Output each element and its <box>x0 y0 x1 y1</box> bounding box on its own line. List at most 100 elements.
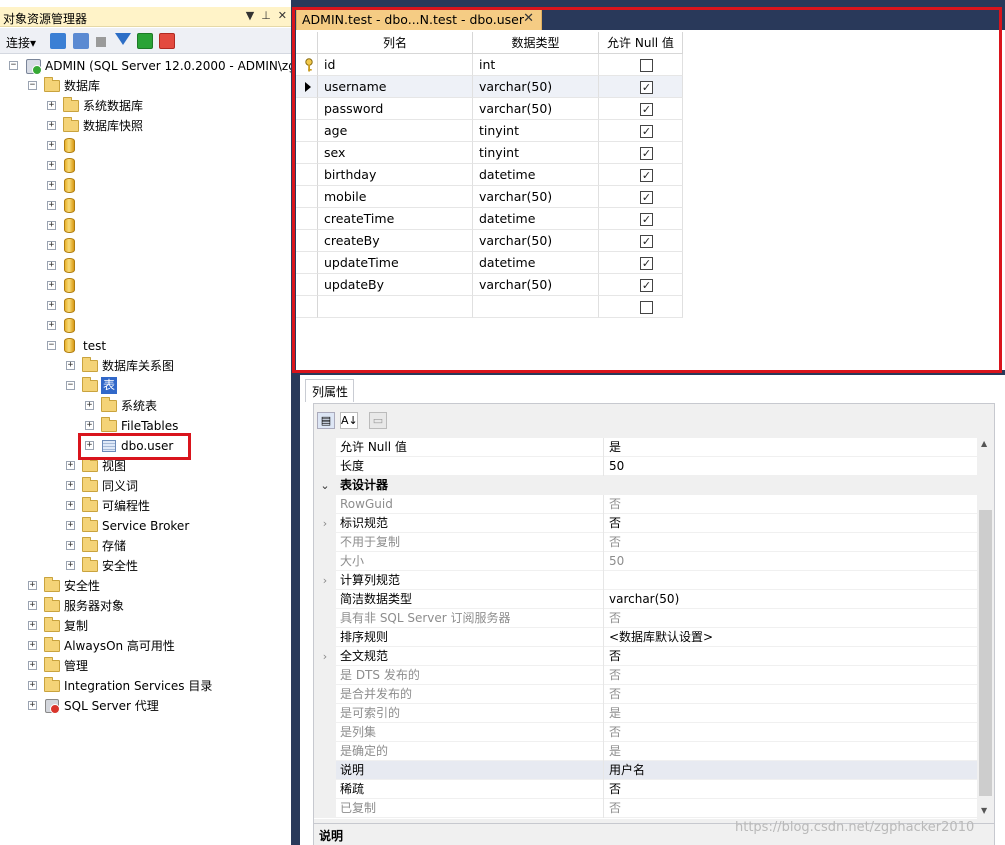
expand-icon[interactable]: + <box>28 701 37 710</box>
scroll-down-icon[interactable]: ▼ <box>981 806 987 815</box>
dropdown-icon[interactable]: ▼ <box>246 9 254 22</box>
collapse-icon[interactable]: − <box>9 61 18 70</box>
database-icon <box>64 238 75 253</box>
property-row[interactable]: 是 DTS 发布的否 <box>314 666 977 685</box>
expand-icon[interactable]: + <box>47 221 56 230</box>
scrollbar-thumb[interactable] <box>979 510 992 796</box>
expand-icon[interactable]: + <box>66 481 75 490</box>
folder-icon <box>44 657 60 672</box>
property-value[interactable]: 否 <box>609 780 621 799</box>
filter-icon[interactable] <box>115 33 131 45</box>
property-value[interactable]: 否 <box>609 647 621 666</box>
collapse-icon[interactable]: − <box>28 81 37 90</box>
expand-icon[interactable]: + <box>66 461 75 470</box>
property-row[interactable]: 说明 用户名 <box>314 761 977 780</box>
expand-icon[interactable]: + <box>47 261 56 270</box>
property-row[interactable]: › 计算列规范 <box>314 571 977 590</box>
expand-icon[interactable]: + <box>28 661 37 670</box>
property-value[interactable]: varchar(50) <box>609 590 679 609</box>
expand-icon[interactable]: + <box>28 621 37 630</box>
expand-icon[interactable]: + <box>47 321 56 330</box>
property-row[interactable]: RowGuid 否 <box>314 495 977 514</box>
expand-icon[interactable]: + <box>47 201 56 210</box>
expand-icon[interactable]: + <box>47 141 56 150</box>
property-row[interactable]: 简洁数据类型 varchar(50) <box>314 590 977 609</box>
property-row[interactable]: 是确定的是 <box>314 742 977 761</box>
property-row[interactable]: 具有非 SQL Server 订阅服务器否 <box>314 609 977 628</box>
expand-icon[interactable]: + <box>85 421 94 430</box>
property-value[interactable]: 否 <box>609 514 621 533</box>
property-value[interactable]: 是 <box>609 438 621 457</box>
property-value[interactable]: 50 <box>609 552 624 571</box>
property-value[interactable]: 是 <box>609 742 621 761</box>
expand-icon[interactable]: + <box>47 161 56 170</box>
property-row[interactable]: 大小 50 <box>314 552 977 571</box>
database-icon <box>64 198 75 213</box>
expand-icon[interactable]: + <box>47 101 56 110</box>
property-value[interactable]: 50 <box>609 457 624 476</box>
property-value[interactable]: 否 <box>609 685 621 704</box>
chevron-right-icon[interactable]: › <box>314 571 336 590</box>
chevron-right-icon[interactable]: › <box>314 647 336 666</box>
property-value[interactable]: <数据库默认设置> <box>609 628 713 647</box>
close-icon[interactable]: ✕ <box>278 9 287 22</box>
expand-icon[interactable]: + <box>47 281 56 290</box>
property-value[interactable]: 是 <box>609 704 621 723</box>
pin-icon[interactable]: ⊥ <box>261 9 271 22</box>
property-value[interactable]: 否 <box>609 723 621 742</box>
property-row[interactable]: 不用于复制否 <box>314 533 977 552</box>
property-value[interactable]: 否 <box>609 799 621 818</box>
property-row[interactable]: › 标识规范否 <box>314 514 977 533</box>
stop-icon[interactable] <box>96 37 106 47</box>
refresh-icon[interactable] <box>137 33 153 49</box>
property-value[interactable]: 否 <box>609 609 621 628</box>
chevron-right-icon[interactable]: › <box>314 514 336 533</box>
scroll-up-icon[interactable]: ▲ <box>981 439 987 448</box>
expand-icon[interactable]: + <box>85 401 94 410</box>
expand-icon[interactable]: + <box>66 541 75 550</box>
property-pages-icon[interactable]: ▭ <box>369 412 387 429</box>
expand-icon[interactable]: + <box>28 581 37 590</box>
connect-object-icon[interactable] <box>50 33 66 49</box>
property-row[interactable]: 排序规则 <数据库默认设置> <box>314 628 977 647</box>
disconnect-icon[interactable] <box>73 33 89 49</box>
expand-icon[interactable]: + <box>66 521 75 530</box>
expand-icon[interactable]: + <box>47 121 56 130</box>
expand-icon[interactable]: + <box>28 601 37 610</box>
expand-icon[interactable]: + <box>28 681 37 690</box>
property-category[interactable]: ⌄ 表设计器 <box>314 476 977 495</box>
property-value[interactable]: 否 <box>609 533 621 552</box>
property-value[interactable]: 否 <box>609 495 621 514</box>
description-title: 说明 <box>319 829 344 843</box>
collapse-icon[interactable]: − <box>66 381 75 390</box>
property-gutter <box>314 723 336 742</box>
property-row[interactable]: 稀疏否 <box>314 780 977 799</box>
property-row[interactable]: 允许 Null 值是 <box>314 438 977 457</box>
expand-icon[interactable]: + <box>47 301 56 310</box>
expand-icon[interactable]: + <box>66 501 75 510</box>
expand-icon[interactable]: + <box>66 361 75 370</box>
property-name: 稀疏 <box>339 780 604 799</box>
property-row[interactable]: 已复制否 <box>314 799 977 818</box>
expand-icon[interactable]: + <box>47 241 56 250</box>
categorized-icon[interactable]: ▤ <box>317 412 335 429</box>
property-row[interactable]: 是合并发布的否 <box>314 685 977 704</box>
property-scrollbar[interactable]: ▲ ▼ <box>977 438 994 819</box>
expand-icon[interactable]: + <box>28 641 37 650</box>
expand-icon[interactable]: + <box>47 181 56 190</box>
chevron-down-icon[interactable]: ⌄ <box>314 476 336 495</box>
activity-monitor-icon[interactable] <box>159 33 175 49</box>
property-value[interactable]: 用户名 <box>609 761 645 780</box>
property-gutter <box>314 628 336 647</box>
property-row[interactable]: › 全文规范否 <box>314 647 977 666</box>
property-row[interactable]: 是列集否 <box>314 723 977 742</box>
sql-agent-icon <box>45 699 60 714</box>
connect-button[interactable]: 连接▾ <box>6 34 36 51</box>
az-sort-icon[interactable]: A↓ <box>340 412 358 429</box>
property-row[interactable]: 是可索引的是 <box>314 704 977 723</box>
expand-icon[interactable]: + <box>66 561 75 570</box>
collapse-icon[interactable]: − <box>47 341 56 350</box>
property-value[interactable]: 否 <box>609 666 621 685</box>
tab-column-properties[interactable]: 列属性 <box>305 379 354 402</box>
property-row[interactable]: 长度 50 <box>314 457 977 476</box>
